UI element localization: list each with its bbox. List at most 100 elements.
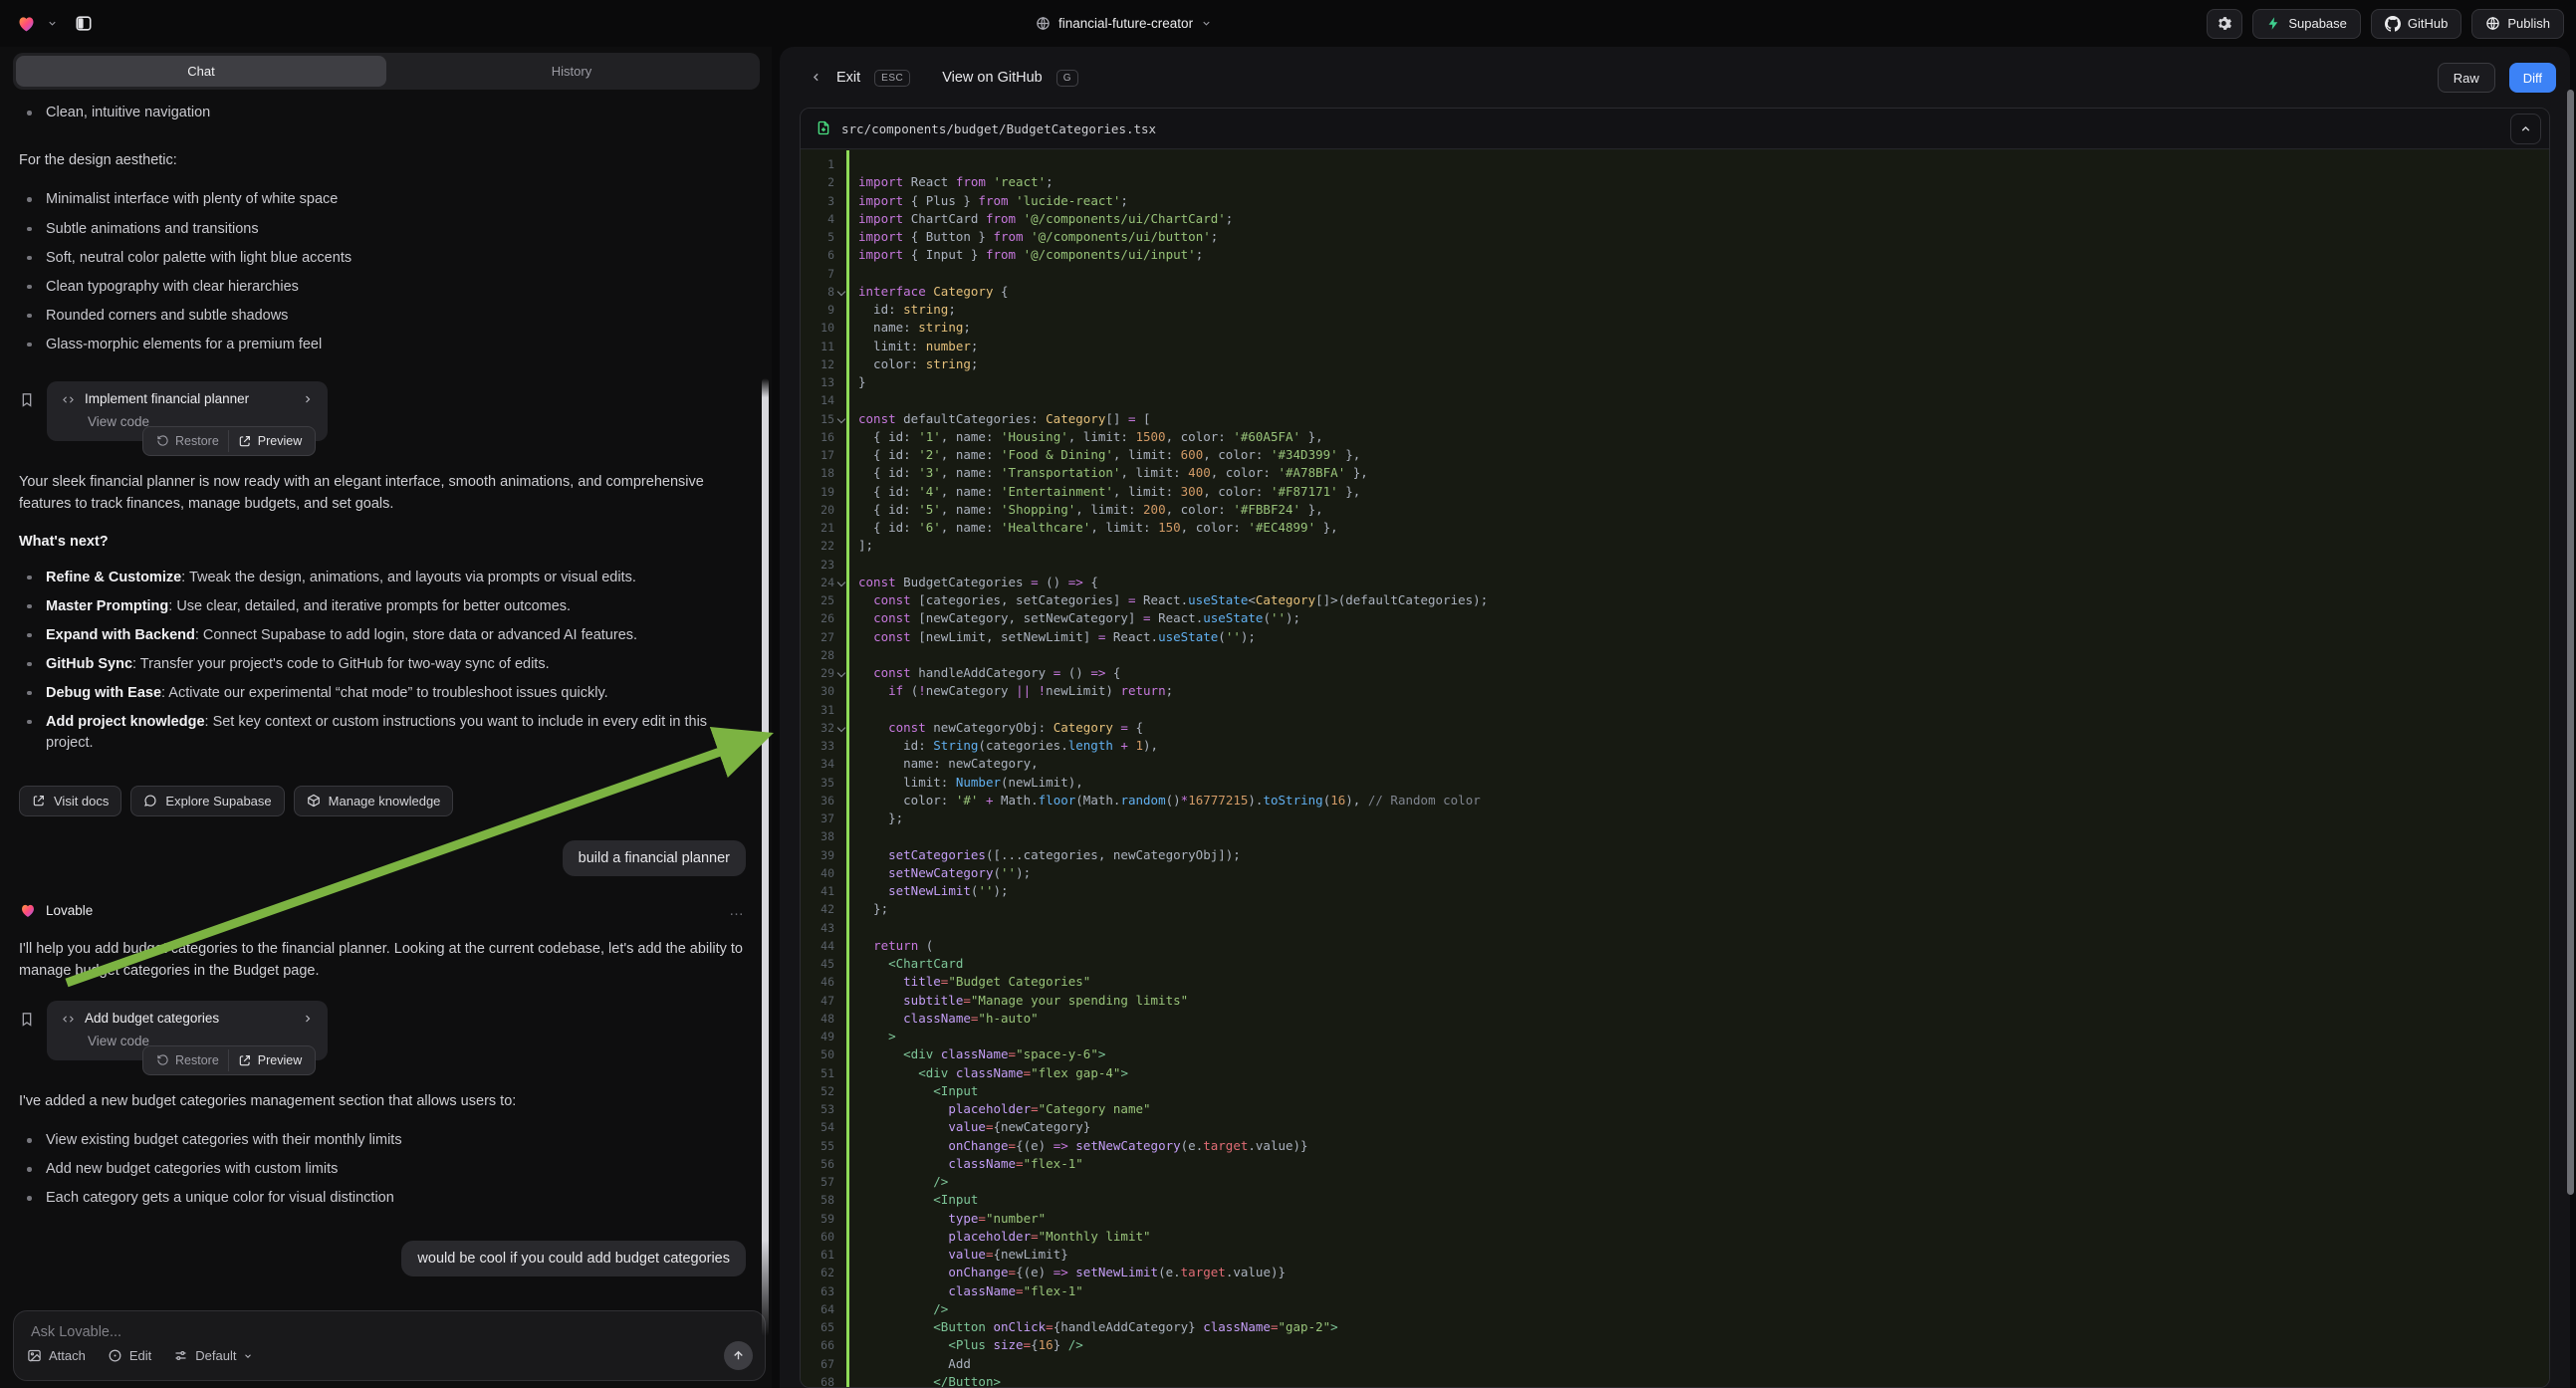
view-on-github-button[interactable]: View on GitHub xyxy=(942,70,1042,86)
code-line: 46 title="Budget Categories" xyxy=(801,973,2549,991)
collapse-file-button[interactable] xyxy=(2510,114,2541,144)
chevron-right-icon[interactable] xyxy=(302,391,314,406)
line-number: 58 xyxy=(801,1191,834,1209)
version-title: Implement financial planner xyxy=(85,391,249,406)
user-message-bubble: build a financial planner xyxy=(563,840,746,876)
code-panel: Exit ESC View on GitHub G Raw Diff src/c… xyxy=(780,47,2570,1388)
line-number: 12 xyxy=(801,355,834,373)
project-switcher[interactable]: financial-future-creator xyxy=(1036,0,1212,47)
code-line: 1 xyxy=(801,155,2549,173)
github-label: GitHub xyxy=(2408,16,2448,31)
edit-button[interactable]: Edit xyxy=(108,1348,151,1363)
line-number: 4 xyxy=(801,210,834,228)
preview-button[interactable]: Preview xyxy=(228,430,311,452)
diff-toggle-button[interactable]: Diff xyxy=(2509,63,2556,93)
line-number: 59 xyxy=(801,1210,834,1228)
list-item: Glass-morphic elements for a premium fee… xyxy=(19,335,746,355)
chevron-right-icon[interactable] xyxy=(302,1011,314,1026)
chat-paragraph: Your sleek financial planner is now read… xyxy=(19,471,746,516)
line-number: 63 xyxy=(801,1282,834,1300)
top-bar: financial-future-creator Supabase GitHub… xyxy=(0,0,2576,47)
line-number: 41 xyxy=(801,882,834,900)
visit-docs-chip[interactable]: Visit docs xyxy=(19,786,121,816)
code-line: 27 const [newLimit, setNewLimit] = React… xyxy=(801,628,2549,646)
code-line: 28 xyxy=(801,646,2549,664)
globe-icon xyxy=(1036,15,1051,33)
line-number: 52 xyxy=(801,1082,834,1100)
code-line: 37 }; xyxy=(801,810,2549,827)
code-line: 7 xyxy=(801,265,2549,283)
topbar-left xyxy=(16,0,94,47)
code-scrollbar[interactable] xyxy=(2567,90,2574,1195)
publish-button[interactable]: Publish xyxy=(2471,9,2564,39)
code-line: 22]; xyxy=(801,537,2549,555)
code-line: 47 subtitle="Manage your spending limits… xyxy=(801,992,2549,1010)
bookmark-icon[interactable] xyxy=(19,391,35,409)
code-line: 63 className="flex-1" xyxy=(801,1282,2549,1300)
preview-button[interactable]: Preview xyxy=(228,1049,311,1071)
version-card[interactable]: Implement financial plannerView codeRest… xyxy=(47,381,328,441)
chat-scrollbar[interactable] xyxy=(762,378,769,1336)
code-line: 9 id: string; xyxy=(801,301,2549,319)
code-line: 64 /> xyxy=(801,1300,2549,1318)
code-line: 35 limit: Number(newLimit), xyxy=(801,774,2549,792)
line-number: 40 xyxy=(801,864,834,882)
send-button[interactable] xyxy=(724,1341,753,1370)
line-number: 30 xyxy=(801,682,834,700)
lovable-heart-logo[interactable] xyxy=(16,14,37,34)
assistant-header: Lovable… xyxy=(19,902,746,920)
line-number: 1 xyxy=(801,155,834,173)
code-line: 20 { id: '5', name: 'Shopping', limit: 2… xyxy=(801,501,2549,519)
fold-chevron-icon[interactable] xyxy=(837,288,845,296)
code-line: 17 { id: '2', name: 'Food & Dining', lim… xyxy=(801,446,2549,464)
code-line: 54 value={newCategory} xyxy=(801,1118,2549,1136)
version-card[interactable]: Add budget categoriesView codeRestorePre… xyxy=(47,1001,328,1060)
code-line: 34 name: newCategory, xyxy=(801,755,2549,773)
code-line: 6import { Input } from '@/components/ui/… xyxy=(801,246,2549,264)
restore-button[interactable]: Restore xyxy=(147,430,228,452)
line-number: 46 xyxy=(801,973,834,991)
mode-select[interactable]: Default xyxy=(173,1348,253,1363)
chat-heading: What's next? xyxy=(19,534,746,550)
code-line: 4import ChartCard from '@/components/ui/… xyxy=(801,210,2549,228)
tab-chat[interactable]: Chat xyxy=(16,56,386,87)
message-menu-button[interactable]: … xyxy=(729,902,746,919)
chat-bullet-list: Refine & Customize: Tweak the design, an… xyxy=(19,568,746,762)
line-number: 42 xyxy=(801,900,834,918)
supabase-button[interactable]: Supabase xyxy=(2252,9,2361,39)
raw-toggle-button[interactable]: Raw xyxy=(2438,63,2495,93)
github-button[interactable]: GitHub xyxy=(2371,9,2461,39)
manage-knowledge-chip[interactable]: Manage knowledge xyxy=(294,786,454,816)
tab-history[interactable]: History xyxy=(386,56,757,87)
fold-chevron-icon[interactable] xyxy=(837,669,845,677)
attach-button[interactable]: Attach xyxy=(27,1348,86,1363)
chevron-down-icon[interactable] xyxy=(47,15,58,33)
list-item: Each category gets a unique color for vi… xyxy=(19,1188,746,1209)
fold-chevron-icon[interactable] xyxy=(837,414,845,422)
chat-input[interactable]: Ask Lovable... Attach Edit Default xyxy=(13,1310,766,1381)
line-number: 27 xyxy=(801,628,834,646)
explore-supabase-chip[interactable]: Explore Supabase xyxy=(130,786,284,816)
code-content[interactable]: 12import React from 'react';3import { Pl… xyxy=(801,150,2549,1387)
list-item: Refine & Customize: Tweak the design, an… xyxy=(19,568,746,588)
chevron-left-icon[interactable] xyxy=(810,69,822,87)
code-line: 62 onChange={(e) => setNewLimit(e.target… xyxy=(801,1264,2549,1281)
code-line: 12 color: string; xyxy=(801,355,2549,373)
panel-left-icon[interactable] xyxy=(74,14,94,33)
file-path-bar[interactable]: src/components/budget/BudgetCategories.t… xyxy=(801,109,2549,149)
exit-button[interactable]: Exit xyxy=(836,70,860,86)
fold-chevron-icon[interactable] xyxy=(837,578,845,586)
chat-input-placeholder: Ask Lovable... xyxy=(31,1324,121,1340)
line-number: 54 xyxy=(801,1118,834,1136)
restore-button[interactable]: Restore xyxy=(147,1049,228,1071)
esc-shortcut-badge: ESC xyxy=(874,70,910,87)
line-number: 28 xyxy=(801,646,834,664)
line-number: 10 xyxy=(801,319,834,337)
chat-bullet-list: Minimalist interface with plenty of whit… xyxy=(19,189,746,362)
code-line: 19 { id: '4', name: 'Entertainment', lim… xyxy=(801,483,2549,501)
chat-tabs: Chat History xyxy=(13,53,760,90)
bookmark-icon[interactable] xyxy=(19,1011,35,1029)
settings-button[interactable] xyxy=(2207,9,2242,39)
fold-chevron-icon[interactable] xyxy=(837,724,845,732)
code-line: 65 <Button onClick={handleAddCategory} c… xyxy=(801,1318,2549,1336)
